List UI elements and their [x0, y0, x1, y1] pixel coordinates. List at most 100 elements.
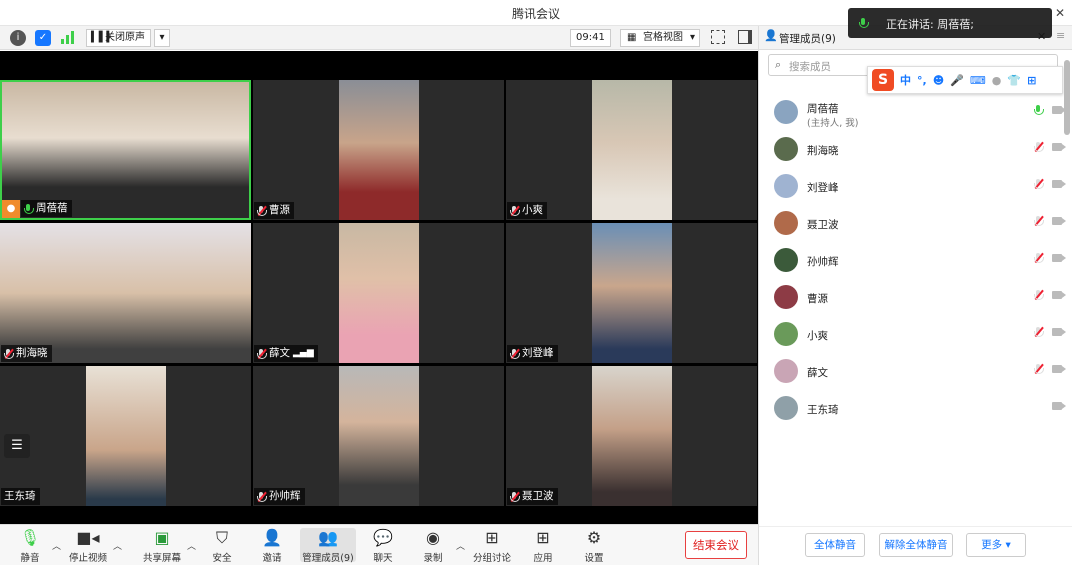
- toolbox-icon[interactable]: ⊞: [1027, 74, 1036, 87]
- ime-toolbar[interactable]: S 中 °, ☻ 🎤 ⌨ ● 👕 ⊞: [867, 66, 1063, 94]
- member-row[interactable]: 荆海晓: [759, 133, 1072, 169]
- participant-name: 孙帅辉: [269, 490, 301, 502]
- video-tile[interactable]: 聂卫波: [506, 366, 757, 506]
- avatar: [774, 396, 798, 420]
- mic-muted-icon[interactable]: [1033, 141, 1044, 153]
- chat-label: 聊天: [373, 553, 393, 564]
- tile-label: 周蓓蓓: [21, 200, 72, 217]
- member-row[interactable]: 王东琦: [759, 392, 1072, 428]
- camera-icon[interactable]: [1052, 365, 1066, 373]
- member-name: 刘登峰: [807, 182, 839, 194]
- camera-icon[interactable]: [1052, 328, 1066, 336]
- shield-icon[interactable]: ✓: [35, 30, 51, 46]
- video-options-chevron-icon[interactable]: ︿: [113, 539, 122, 552]
- apps-label: 应用: [533, 553, 553, 564]
- video-tile[interactable]: ☰ 王东琦: [0, 366, 251, 506]
- mute-original-button[interactable]: ▍▌▍ 关闭原声: [86, 29, 151, 47]
- record-icon: ◉: [426, 528, 440, 547]
- unmute-all-button[interactable]: 解除全体静音: [879, 533, 953, 557]
- camera-icon[interactable]: [1052, 217, 1066, 225]
- mic-muted-icon[interactable]: [1033, 215, 1044, 227]
- end-meeting-button[interactable]: 结束会议: [685, 531, 747, 559]
- participant-name: 荆海晓: [16, 347, 48, 359]
- menu-icon[interactable]: ≡: [1056, 29, 1065, 42]
- mic-on-icon[interactable]: [1033, 104, 1044, 116]
- settings-button[interactable]: ⚙ 设置: [564, 528, 624, 564]
- microphone-icon: 🎙: [19, 528, 41, 547]
- participant-video: [339, 80, 419, 220]
- signal-icon[interactable]: [61, 31, 75, 44]
- invite-button[interactable]: 👤 邀请: [242, 528, 302, 564]
- participant-name: 薛文: [269, 347, 290, 359]
- list-menu-icon[interactable]: ☰: [4, 434, 30, 458]
- emoji-icon[interactable]: ☻: [933, 74, 944, 87]
- more-button[interactable]: 更多 ▾: [966, 533, 1026, 557]
- member-list: 周蓓蓓 (主持人, 我) 荆海晓 刘登峰 聂卫波 孙帅辉 曹源 小爽 薛文 王东…: [759, 96, 1072, 426]
- member-row[interactable]: 周蓓蓓 (主持人, 我): [759, 96, 1072, 132]
- video-tile[interactable]: 孙帅辉: [253, 366, 504, 506]
- mic-muted-icon: [256, 205, 267, 217]
- info-icon[interactable]: i: [10, 30, 26, 46]
- skin-icon[interactable]: 👕: [1007, 74, 1021, 87]
- camera-icon[interactable]: [1052, 180, 1066, 188]
- member-row[interactable]: 孙帅辉: [759, 244, 1072, 280]
- mic-muted-icon[interactable]: [1033, 326, 1044, 338]
- member-row[interactable]: 曹源: [759, 281, 1072, 317]
- participant-name: 曹源: [269, 204, 290, 216]
- scrollbar[interactable]: [1064, 60, 1070, 135]
- keyboard-icon[interactable]: ⌨: [970, 74, 986, 87]
- mute-button[interactable]: 🎙 静音: [0, 528, 60, 564]
- network-signal-icon: ▂▄▆: [293, 348, 314, 358]
- tile-label: 曹源: [254, 202, 294, 219]
- stop-video-button[interactable]: ■◂ 停止视频: [58, 528, 118, 564]
- participant-name: 周蓓蓓: [36, 202, 68, 214]
- video-tile[interactable]: 刘登峰: [506, 223, 757, 363]
- manage-members-label: 管理成员(9): [302, 553, 354, 564]
- view-mode-button[interactable]: ▦ 宫格视图 ▾: [620, 29, 700, 47]
- member-row[interactable]: 小爽: [759, 318, 1072, 354]
- participant-name: 聂卫波: [522, 490, 554, 502]
- sidebar-toggle-icon[interactable]: [738, 30, 752, 44]
- video-tile[interactable]: 小爽: [506, 80, 757, 220]
- participant-name: 小爽: [522, 204, 543, 216]
- member-row[interactable]: 薛文: [759, 355, 1072, 391]
- camera-icon[interactable]: [1052, 143, 1066, 151]
- video-tile[interactable]: ● 周蓓蓓: [0, 80, 251, 220]
- participant-video: [592, 223, 672, 363]
- avatar: [774, 248, 798, 272]
- manage-members-button[interactable]: 👥 管理成员(9): [300, 528, 356, 564]
- camera-icon[interactable]: [1052, 291, 1066, 299]
- mic-muted-icon[interactable]: [1033, 178, 1044, 190]
- grid-icon: ▦: [627, 32, 637, 43]
- mic-on-icon: [858, 17, 869, 29]
- user-icon[interactable]: ●: [992, 74, 1002, 87]
- video-tile[interactable]: 荆海晓: [0, 223, 251, 363]
- camera-icon[interactable]: [1052, 106, 1066, 114]
- video-tile[interactable]: 薛文 ▂▄▆: [253, 223, 504, 363]
- share-screen-button[interactable]: ▣ 共享屏幕: [132, 528, 192, 564]
- mic-on-icon: [23, 203, 34, 215]
- ime-punctuation-toggle[interactable]: °,: [917, 74, 927, 87]
- voice-input-icon[interactable]: 🎤: [950, 74, 964, 87]
- mute-original-dropdown[interactable]: ▾: [154, 29, 170, 47]
- close-icon[interactable]: ✕: [1055, 6, 1065, 20]
- member-row[interactable]: 聂卫波: [759, 207, 1072, 243]
- mic-muted-icon[interactable]: [1033, 252, 1044, 264]
- mic-muted-icon[interactable]: [1033, 289, 1044, 301]
- camera-icon[interactable]: [1052, 254, 1066, 262]
- video-grid: ● 周蓓蓓 曹源 小爽 荆海晓 薛文 ▂▄▆ 刘登峰 ☰ 王东琦 孙帅辉 聂卫波: [0, 80, 758, 507]
- video-tile[interactable]: 曹源: [253, 80, 504, 220]
- avatar: [774, 211, 798, 235]
- mute-all-button[interactable]: 全体静音: [805, 533, 865, 557]
- ime-chinese-toggle[interactable]: 中: [900, 72, 911, 88]
- waveform-icon: ▍▌▍: [91, 32, 115, 43]
- share-screen-icon: ▣: [154, 528, 170, 547]
- record-button[interactable]: ◉ 录制: [403, 528, 463, 564]
- mic-muted-icon: [509, 348, 520, 360]
- search-placeholder: 搜索成员: [789, 61, 831, 73]
- settings-label: 设置: [584, 553, 604, 564]
- camera-icon[interactable]: [1052, 402, 1066, 410]
- fullscreen-icon[interactable]: [711, 30, 725, 44]
- member-row[interactable]: 刘登峰: [759, 170, 1072, 206]
- mic-muted-icon[interactable]: [1033, 363, 1044, 375]
